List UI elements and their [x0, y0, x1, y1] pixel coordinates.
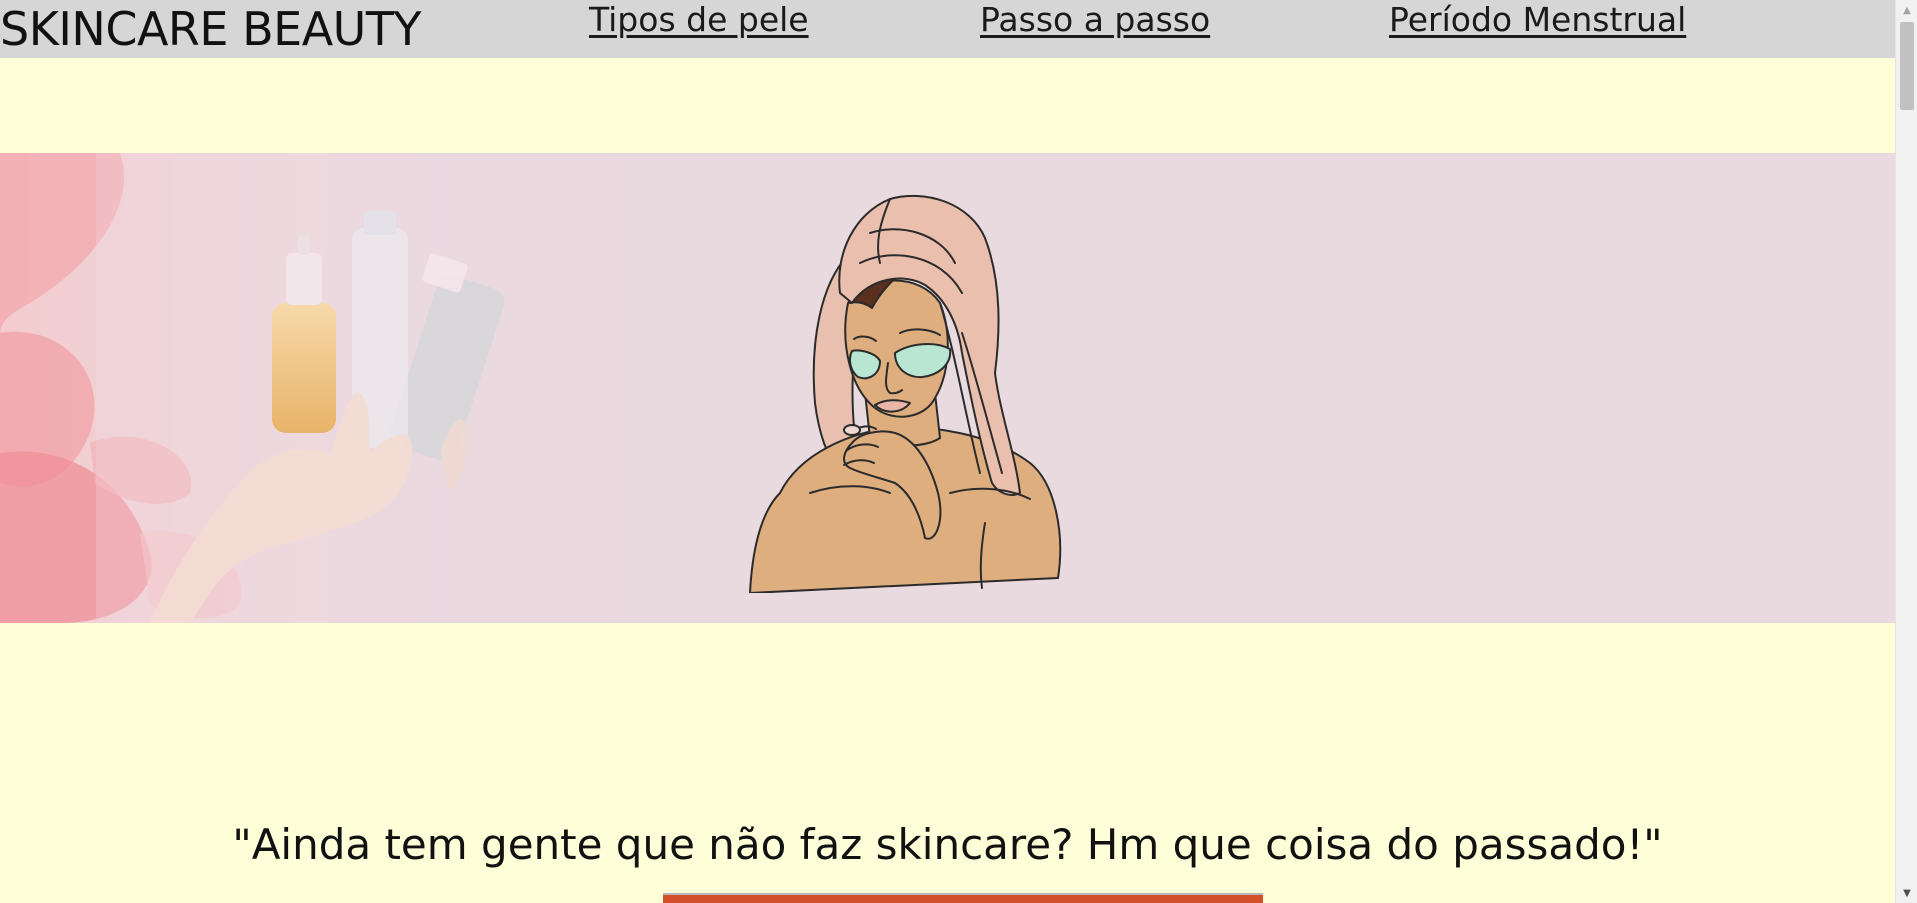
scroll-up-icon[interactable]: ▲: [1896, 0, 1917, 20]
hand-holding-bottles-image: [0, 153, 620, 623]
nav-link-periodo-menstrual[interactable]: Período Menstrual: [1389, 0, 1686, 39]
nav-link-passo-a-passo[interactable]: Passo a passo: [980, 0, 1210, 39]
scroll-down-icon[interactable]: ▼: [1896, 883, 1917, 903]
top-navbar: SKINCARE BEAUTY Tipos de pele Passo a pa…: [0, 0, 1895, 58]
skincare-quote: "Ainda tem gente que não faz skincare? H…: [232, 820, 1663, 869]
vertical-scrollbar[interactable]: ▲ ▼: [1895, 0, 1917, 903]
woman-towel-eye-patches-illustration: [749, 194, 1062, 593]
page-viewport: SKINCARE BEAUTY Tipos de pele Passo a pa…: [0, 0, 1895, 903]
site-brand[interactable]: SKINCARE BEAUTY: [0, 2, 422, 56]
section-image-preview: [663, 893, 1263, 903]
nav-link-tipos-de-pele[interactable]: Tipos de pele: [589, 0, 809, 39]
scrollbar-thumb[interactable]: [1900, 22, 1914, 110]
hero-banner: [0, 153, 1895, 623]
